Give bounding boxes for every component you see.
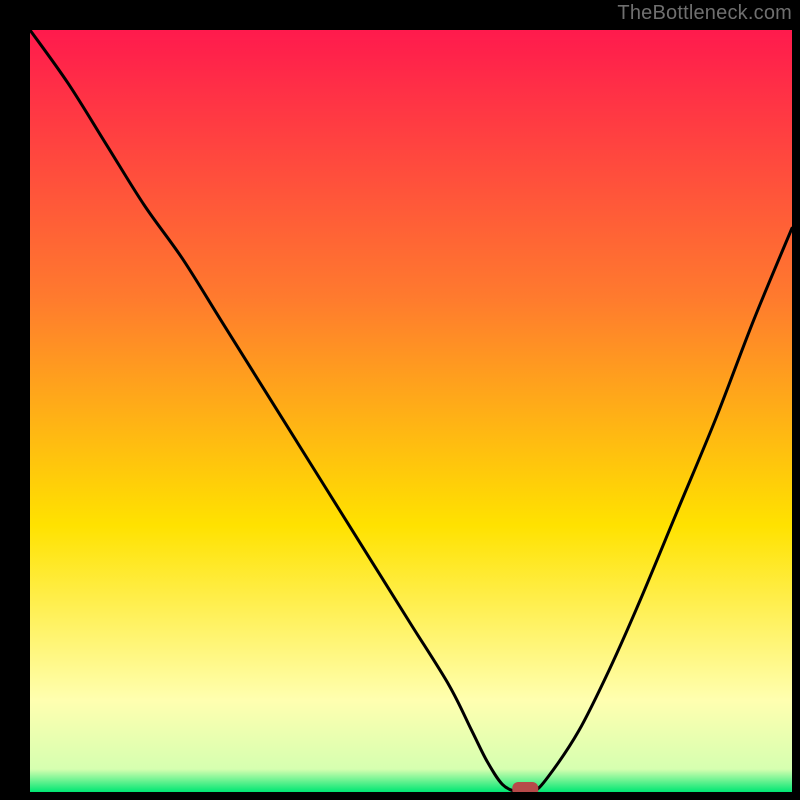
attribution-text: TheBottleneck.com	[617, 2, 792, 25]
bottleneck-chart	[0, 0, 800, 800]
gradient-background	[30, 30, 792, 792]
chart-frame: TheBottleneck.com	[0, 0, 800, 800]
optimal-marker	[512, 782, 538, 796]
